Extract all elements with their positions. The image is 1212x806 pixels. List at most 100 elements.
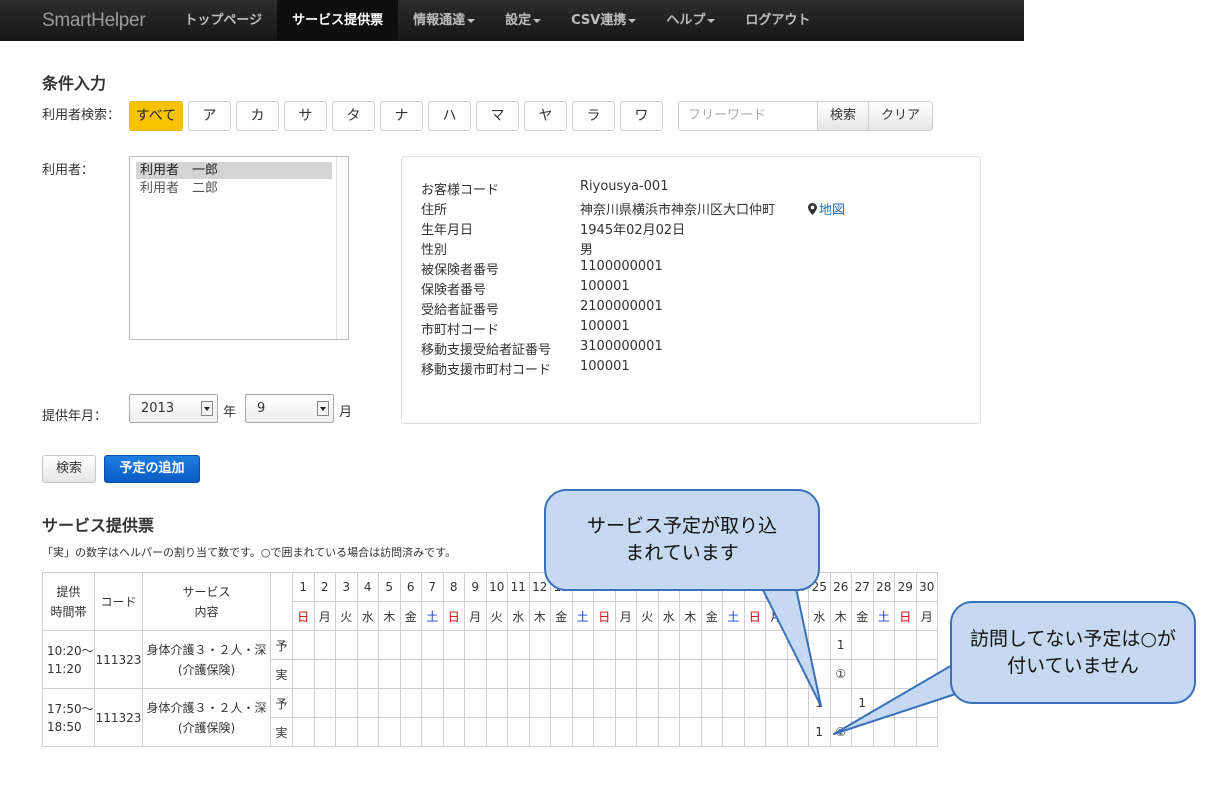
plan-cell[interactable] [399,630,422,660]
year-select[interactable]: 2013 [129,394,218,423]
plan-cell[interactable] [550,688,573,718]
actual-cell[interactable] [743,659,766,689]
plan-cell[interactable] [292,630,315,660]
plan-cell[interactable]: 1 [808,688,831,718]
nav-service-sheet[interactable]: サービス提供票 [277,0,399,41]
plan-cell[interactable] [421,688,444,718]
actual-cell[interactable] [743,717,766,747]
actual-cell[interactable] [722,717,745,747]
plan-cell[interactable] [872,688,895,718]
plan-cell[interactable] [442,630,465,660]
plan-cell[interactable] [378,688,401,718]
brand-logo[interactable]: SmartHelper [0,10,169,32]
plan-cell[interactable] [421,630,444,660]
actual-cell[interactable] [765,659,788,689]
actual-cell[interactable] [765,717,788,747]
actual-cell[interactable] [614,717,637,747]
actual-cell[interactable] [593,717,616,747]
kana-ma-button[interactable]: マ [476,101,519,131]
plan-cell[interactable] [679,630,702,660]
plan-cell[interactable] [356,688,379,718]
plan-cell[interactable] [872,630,895,660]
plan-cell[interactable] [700,688,723,718]
plan-cell[interactable] [894,630,917,660]
plan-cell[interactable] [786,688,809,718]
map-link[interactable]: 地図 [808,199,845,218]
actual-cell[interactable] [485,717,508,747]
plan-cell[interactable] [313,630,336,660]
plan-cell[interactable] [808,630,831,660]
kana-na-button[interactable]: ナ [380,101,423,131]
actual-cell[interactable] [292,659,315,689]
kana-all-button[interactable]: すべて [129,101,183,131]
actual-cell[interactable] [636,717,659,747]
plan-cell[interactable] [399,688,422,718]
actual-cell[interactable] [464,717,487,747]
plan-cell[interactable] [571,688,594,718]
kana-ta-button[interactable]: タ [332,101,375,131]
actual-cell[interactable] [593,659,616,689]
actual-cell[interactable] [872,717,895,747]
plan-cell[interactable] [571,630,594,660]
plan-cell[interactable] [614,630,637,660]
plan-cell[interactable] [313,688,336,718]
listbox-scrollbar[interactable] [336,157,348,339]
kana-wa-button[interactable]: ワ [620,101,663,131]
actual-cell[interactable] [786,659,809,689]
user-option-2[interactable]: 利用者 二郎 [136,180,332,197]
plan-cell[interactable] [614,688,637,718]
actual-cell[interactable] [550,659,573,689]
actual-cell[interactable] [356,717,379,747]
plan-cell[interactable] [722,688,745,718]
actual-cell[interactable] [550,717,573,747]
actual-cell[interactable] [464,659,487,689]
actual-cell[interactable] [679,717,702,747]
plan-cell[interactable] [765,688,788,718]
plan-cell[interactable] [657,688,680,718]
nav-logout[interactable]: ログアウト [730,0,825,41]
actual-cell[interactable] [421,659,444,689]
freeword-input[interactable]: フリーワード [678,101,818,131]
plan-cell[interactable] [786,630,809,660]
freeword-clear-button[interactable]: クリア [868,101,934,131]
actual-cell[interactable] [657,717,680,747]
actual-cell[interactable] [571,717,594,747]
nav-settings[interactable]: 設定 [490,0,556,41]
plan-cell[interactable] [894,688,917,718]
actual-cell[interactable] [894,659,917,689]
nav-help[interactable]: ヘルプ [651,0,730,41]
actual-cell[interactable] [378,659,401,689]
actual-cell[interactable] [335,659,358,689]
plan-cell[interactable] [636,688,659,718]
nav-top-page[interactable]: トップページ [169,0,277,41]
actual-cell[interactable] [507,717,530,747]
actual-cell[interactable] [507,659,530,689]
nav-csv[interactable]: CSV連携 [556,0,651,41]
actual-cell[interactable] [700,717,723,747]
actual-cell[interactable] [679,659,702,689]
actual-cell[interactable] [700,659,723,689]
plan-cell[interactable] [507,688,530,718]
plan-cell[interactable] [292,688,315,718]
actual-cell[interactable] [442,717,465,747]
actual-cell[interactable] [915,717,938,747]
actual-cell[interactable] [894,717,917,747]
actual-cell[interactable] [485,659,508,689]
plan-cell[interactable] [335,630,358,660]
plan-cell[interactable] [657,630,680,660]
actual-cell[interactable] [421,717,444,747]
actual-cell[interactable]: 1 [808,717,831,747]
plan-cell[interactable] [442,688,465,718]
plan-cell[interactable] [593,688,616,718]
actual-cell[interactable] [335,717,358,747]
actual-cell[interactable] [313,717,336,747]
kana-ha-button[interactable]: ハ [428,101,471,131]
plan-cell[interactable] [593,630,616,660]
plan-cell[interactable]: 1 [829,630,852,660]
nav-notices[interactable]: 情報通達 [398,0,490,41]
add-schedule-button[interactable]: 予定の追加 [104,455,200,483]
actual-cell[interactable] [528,717,551,747]
actual-cell[interactable] [786,717,809,747]
plan-cell[interactable] [550,630,573,660]
kana-ka-button[interactable]: カ [236,101,279,131]
